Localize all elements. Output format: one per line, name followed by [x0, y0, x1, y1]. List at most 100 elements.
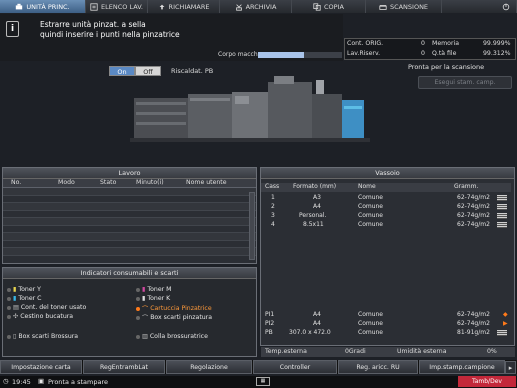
- consumable-label: Toner M: [147, 286, 172, 293]
- table-row[interactable]: [3, 233, 256, 241]
- consumable-toner-c[interactable]: ▮ Toner C: [7, 295, 41, 302]
- tab-archivia[interactable]: ARCHIVIA: [220, 0, 292, 13]
- lav-riserv-value: 0: [421, 50, 425, 57]
- table-row[interactable]: [3, 211, 256, 218]
- consumable-label: Toner K: [147, 295, 171, 302]
- job-list-scrollbar[interactable]: [249, 192, 255, 260]
- alert-icon: ◆: [503, 311, 508, 318]
- tray-level-icon: [497, 330, 507, 336]
- adjustment-button[interactable]: Regolazione: [166, 360, 252, 374]
- tray-row-1[interactable]: 1 A3 Comune 62-74g/m2: [261, 194, 511, 202]
- tray-formato: A4: [313, 311, 321, 318]
- consumable-glue[interactable]: ▥ Colla brossuratrice: [136, 333, 208, 340]
- consumable-toner-k[interactable]: ▮ Toner K: [136, 295, 170, 302]
- table-row[interactable]: [3, 196, 256, 203]
- consumable-binding-waste[interactable]: ▯ Box scarti Brossura: [7, 333, 78, 340]
- table-row[interactable]: [3, 203, 256, 211]
- consumable-label: Colla brossuratrice: [149, 333, 208, 340]
- tray-cass: PB: [265, 329, 273, 336]
- consumable-label: Box scarti pinzatura: [150, 314, 213, 321]
- table-row[interactable]: [3, 241, 256, 248]
- sample-print-setting-button[interactable]: Imp.stamp.campione: [419, 360, 505, 374]
- duplex-adjust-button[interactable]: RegEntrambLat: [83, 360, 165, 374]
- warning-dot: [136, 306, 140, 311]
- tray-row-pb[interactable]: PB 307.0 x 472.0 Comune 81-91g/m2: [261, 329, 511, 337]
- next-page-arrow-icon[interactable]: ▸: [505, 361, 516, 374]
- consumable-waste-toner[interactable]: ▤ Cont. del toner usato: [7, 304, 86, 311]
- memory-label: Corpo macch.: [218, 51, 260, 58]
- message-text: Estrarre unità pinzat. a sella quindi in…: [40, 20, 180, 40]
- message-line-2: quindi inserire i punti nella pinzatrice: [40, 30, 180, 39]
- humidity-label: Umidità esterna: [397, 348, 447, 355]
- tray-nome: Comune: [358, 194, 384, 201]
- keyboard-icon[interactable]: ▦: [256, 377, 270, 386]
- tab-label: UNITÀ PRINC.: [26, 2, 70, 11]
- status-dot: [136, 287, 140, 292]
- consumables-panel: Indicatori consumabili e scarti ▮ Toner Y…: [2, 267, 257, 357]
- toner-k-icon: ▮: [142, 295, 146, 302]
- tab-elenco-lav[interactable]: ELENCO LAV.: [86, 0, 148, 13]
- paper-setting-button[interactable]: Impostazione carta: [0, 360, 82, 374]
- tab-label: ELENCO LAV.: [101, 2, 143, 11]
- user-mode-button[interactable]: Tamb/Dev: [458, 376, 516, 387]
- temp-label: Temp.esterna: [265, 348, 307, 355]
- tab-richiamare[interactable]: RICHIAMARE: [148, 0, 220, 13]
- job-col-minuti: Minuto(i): [136, 179, 164, 186]
- tray-title: Vassoio: [261, 168, 514, 179]
- tray-row-pi1[interactable]: PI1 A4 Comune 62-74g/m2 ◆: [261, 311, 511, 319]
- tray-col-formato: Formato (mm): [293, 183, 337, 190]
- main-tab-bar: UNITÀ PRINC. ELENCO LAV. RICHIAMARE ARCH…: [0, 0, 517, 13]
- consumable-staple-cartridge[interactable]: ⌒ Cartuccia Pinzatrice: [136, 304, 212, 313]
- curl-adjust-button[interactable]: Reg. aricc. RU: [338, 360, 418, 374]
- tray-cass: 4: [271, 221, 275, 228]
- table-row[interactable]: [3, 188, 256, 196]
- consumable-staple-waste[interactable]: ⌒ Box scarti pinzatura: [136, 313, 212, 322]
- tab-unita-princ[interactable]: UNITÀ PRINC.: [0, 0, 86, 13]
- table-row[interactable]: [3, 226, 256, 233]
- consumable-toner-y[interactable]: ▮ Toner Y: [7, 286, 41, 293]
- message-line-1: Estrarre unità pinzat. a sella: [40, 20, 146, 29]
- tray-nome: Comune: [358, 212, 384, 219]
- consumable-punch-bin[interactable]: ✣ Cestino bucatura: [7, 313, 73, 320]
- scan-icon: [379, 4, 387, 10]
- power-menu-button[interactable]: [442, 0, 517, 13]
- tray-row-pi2[interactable]: PI2 A4 Comune 62-74g/m2 ▶: [261, 320, 511, 328]
- tray-formato: Personal.: [299, 212, 327, 219]
- tray-nome: Comune: [358, 221, 384, 228]
- toner-c-icon: ▮: [13, 295, 17, 302]
- status-dot: [7, 296, 11, 301]
- tab-label: COPIA: [324, 2, 344, 11]
- system-status-bar: ◷ 19:45 ▣ Pronta a stampare ▦ Tamb/Dev: [0, 376, 517, 388]
- tray-cass: 1: [271, 194, 275, 201]
- table-row[interactable]: [3, 218, 256, 226]
- tray-cass: 2: [271, 203, 275, 210]
- tab-scansione[interactable]: SCANSIONE: [366, 0, 442, 13]
- table-row[interactable]: [3, 248, 256, 256]
- tab-label: RICHIAMARE: [168, 2, 210, 11]
- lav-riserv-label: Lav.Riserv.: [347, 50, 381, 57]
- consumable-label: Toner Y: [18, 286, 41, 293]
- sample-print-button[interactable]: Esegui stam. camp.: [418, 76, 512, 89]
- job-col-modo: Modo: [58, 179, 75, 186]
- tray-gramm: 62-74g/m2: [457, 311, 490, 318]
- clock-icon: ◷: [3, 377, 9, 385]
- system-status-text: Pronta a stampare: [48, 378, 108, 386]
- status-dot: [7, 314, 11, 319]
- printer-icon: [16, 3, 23, 9]
- tray-level-icon: [497, 195, 507, 201]
- tab-copia[interactable]: COPIA: [292, 0, 366, 13]
- power-icon: [502, 3, 510, 10]
- tray-row-2[interactable]: 2 A4 Comune 62-74g/m2: [261, 203, 511, 211]
- consumable-toner-m[interactable]: ▮ Toner M: [136, 286, 172, 293]
- controller-button[interactable]: Controller: [253, 360, 337, 374]
- job-list-rows: [3, 188, 256, 256]
- tray-col-nome: Nome: [358, 183, 376, 190]
- tray-nome: Comune: [358, 320, 384, 327]
- staple-icon: ⌒: [142, 306, 149, 313]
- job-list-panel: Lavoro No. Modo Stato Minuto(i) Nome ute…: [2, 167, 257, 264]
- tray-row-4[interactable]: 4 8.5x11 Comune 62-74g/m2: [261, 221, 511, 229]
- status-dot: [7, 305, 11, 310]
- consumable-label: Toner C: [18, 295, 42, 302]
- memoria-value: 99.999%: [483, 40, 511, 47]
- tray-row-3[interactable]: 3 Personal. Comune 62-74g/m2: [261, 212, 511, 220]
